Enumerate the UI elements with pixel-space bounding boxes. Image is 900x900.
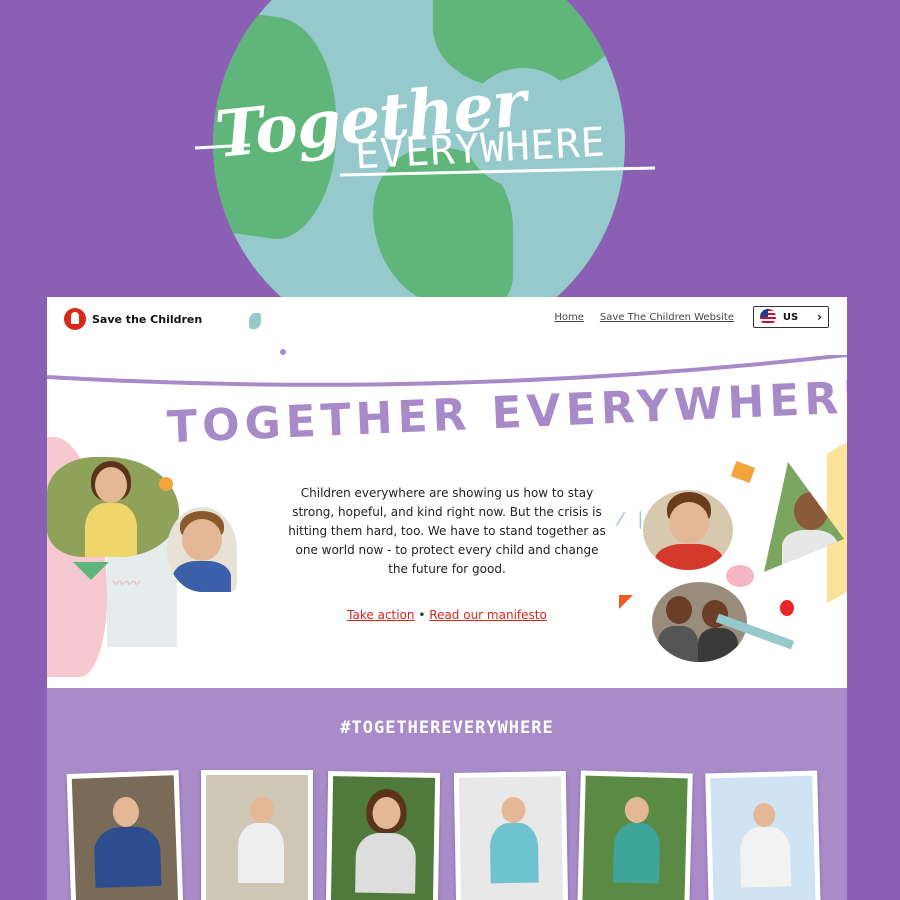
pink-blob	[726, 565, 754, 587]
child-photo-1	[47, 457, 179, 557]
chevron-right-icon: ›	[817, 310, 822, 324]
website-frame: Save the Children Home Save The Children…	[47, 297, 847, 900]
yellow-shape	[827, 430, 847, 604]
social-photo-6[interactable]	[705, 770, 821, 900]
social-photo-2[interactable]	[201, 770, 313, 900]
language-label: US	[782, 311, 799, 323]
cta-links: Take action • Read our manifesto	[287, 608, 607, 622]
logo-underlines	[194, 143, 656, 177]
intro-text: Children everywhere are showing us how t…	[288, 486, 606, 576]
child-logo-icon	[64, 308, 86, 330]
social-photo-5[interactable]	[577, 770, 693, 900]
nav-link-home[interactable]: Home	[554, 312, 584, 323]
social-photo-4[interactable]	[453, 771, 569, 900]
brand-name: Save the Children	[92, 312, 203, 326]
confetti-shape	[619, 595, 633, 609]
social-photo-1[interactable]	[66, 770, 184, 900]
confetti-dot	[780, 600, 794, 616]
nav-link-website[interactable]: Save The Children Website	[600, 312, 734, 323]
language-selector[interactable]: US ›	[753, 306, 829, 328]
child-photo-2	[167, 507, 237, 592]
child-photo-3	[643, 490, 733, 570]
confetti-shape	[730, 461, 756, 483]
take-action-link[interactable]: Take action	[347, 608, 414, 622]
cta-separator: •	[418, 608, 426, 622]
brand-logo[interactable]: Save the Children	[64, 308, 202, 330]
nav-links: Home Save The Children Website	[554, 312, 734, 323]
confetti-dot	[159, 477, 173, 491]
hashtag-title: #TOGETHEREVERYWHERE	[340, 718, 554, 738]
manifesto-link[interactable]: Read our manifesto	[429, 608, 547, 622]
us-flag-icon	[760, 309, 776, 325]
green-triangle	[73, 562, 109, 580]
confetti-shape	[249, 313, 261, 329]
social-photo-3[interactable]	[325, 771, 441, 900]
scribble-decoration: 〰〰	[111, 576, 139, 592]
hashtag-section: #TOGETHEREVERYWHERE	[47, 688, 847, 900]
